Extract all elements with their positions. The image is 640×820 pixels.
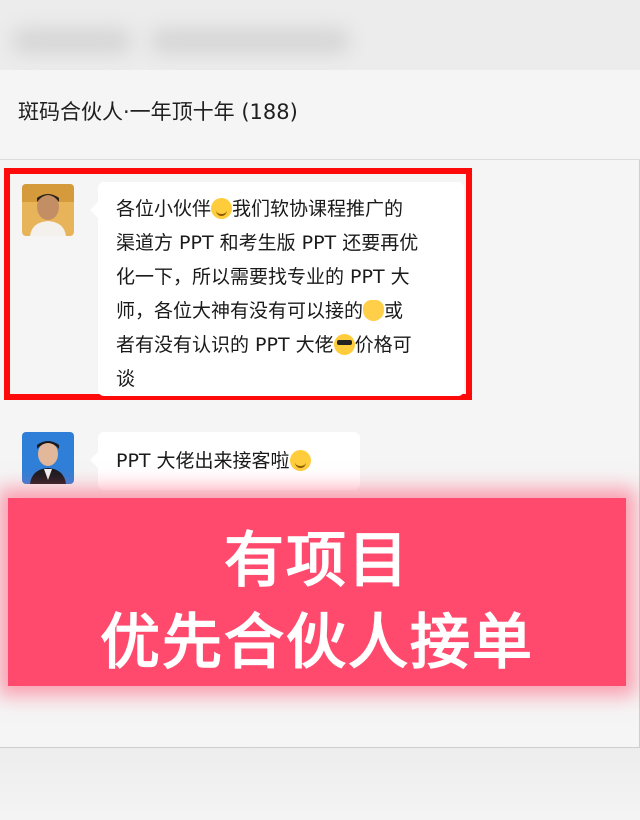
message-line: 渠道方 PPT 和考生版 PPT 还要再优	[116, 226, 452, 260]
blurred-text	[12, 28, 132, 54]
chat-header: 斑码合伙人·一年顶十年 (188)	[0, 70, 640, 160]
message-line: 师，各位大神有没有可以接的或	[116, 294, 452, 328]
message-text: 者有没有认识的 PPT 大佬	[116, 334, 334, 356]
message-text: 师，各位大神有没有可以接的	[116, 300, 364, 322]
promo-banner: 有项目 优先合伙人接单	[8, 498, 626, 686]
message-text: 化一下，所以需要找专业的 PPT 大	[116, 266, 410, 288]
message-line: 者有没有认识的 PPT 大佬 价格可	[116, 328, 452, 362]
message-bubble[interactable]: 各位小伙伴 我们软协课程推广的 渠道方 PPT 和考生版 PPT 还要再优 化一下…	[90, 182, 464, 396]
message-text: 价格可	[354, 334, 412, 356]
message-bubble[interactable]: PPT 大佬出来接客啦	[90, 432, 360, 490]
message-text: 或	[384, 300, 404, 322]
blurred-text	[150, 28, 350, 54]
message-text: 我们软协课程推广的	[232, 198, 404, 220]
message-text: 各位小伙伴	[116, 198, 212, 220]
banner-subheadline: 优先合伙人接单	[100, 608, 534, 678]
message-line: 谈	[116, 362, 452, 396]
chat-title: 斑码合伙人·一年顶十年 (188)	[18, 100, 298, 124]
blurred-bottom-bar	[0, 748, 640, 820]
avatar[interactable]	[22, 432, 74, 484]
banner-headline: 有项目	[224, 526, 410, 596]
message-text: 谈	[116, 368, 136, 390]
message-line: 各位小伙伴 我们软协课程推广的	[116, 192, 452, 226]
avatar[interactable]	[22, 184, 74, 236]
smirk-emoji-icon	[289, 450, 311, 471]
message-text: PPT 大佬出来接客啦	[116, 450, 290, 472]
message-line: 化一下，所以需要找专业的 PPT 大	[116, 260, 452, 294]
message-text: 渠道方 PPT 和考生版 PPT 还要再优	[116, 232, 419, 254]
blurred-top-bar	[0, 0, 640, 70]
cat-face-emoji-icon	[363, 300, 385, 321]
sunglasses-emoji-icon	[333, 334, 355, 355]
slightly-smiling-emoji-icon	[211, 198, 233, 219]
